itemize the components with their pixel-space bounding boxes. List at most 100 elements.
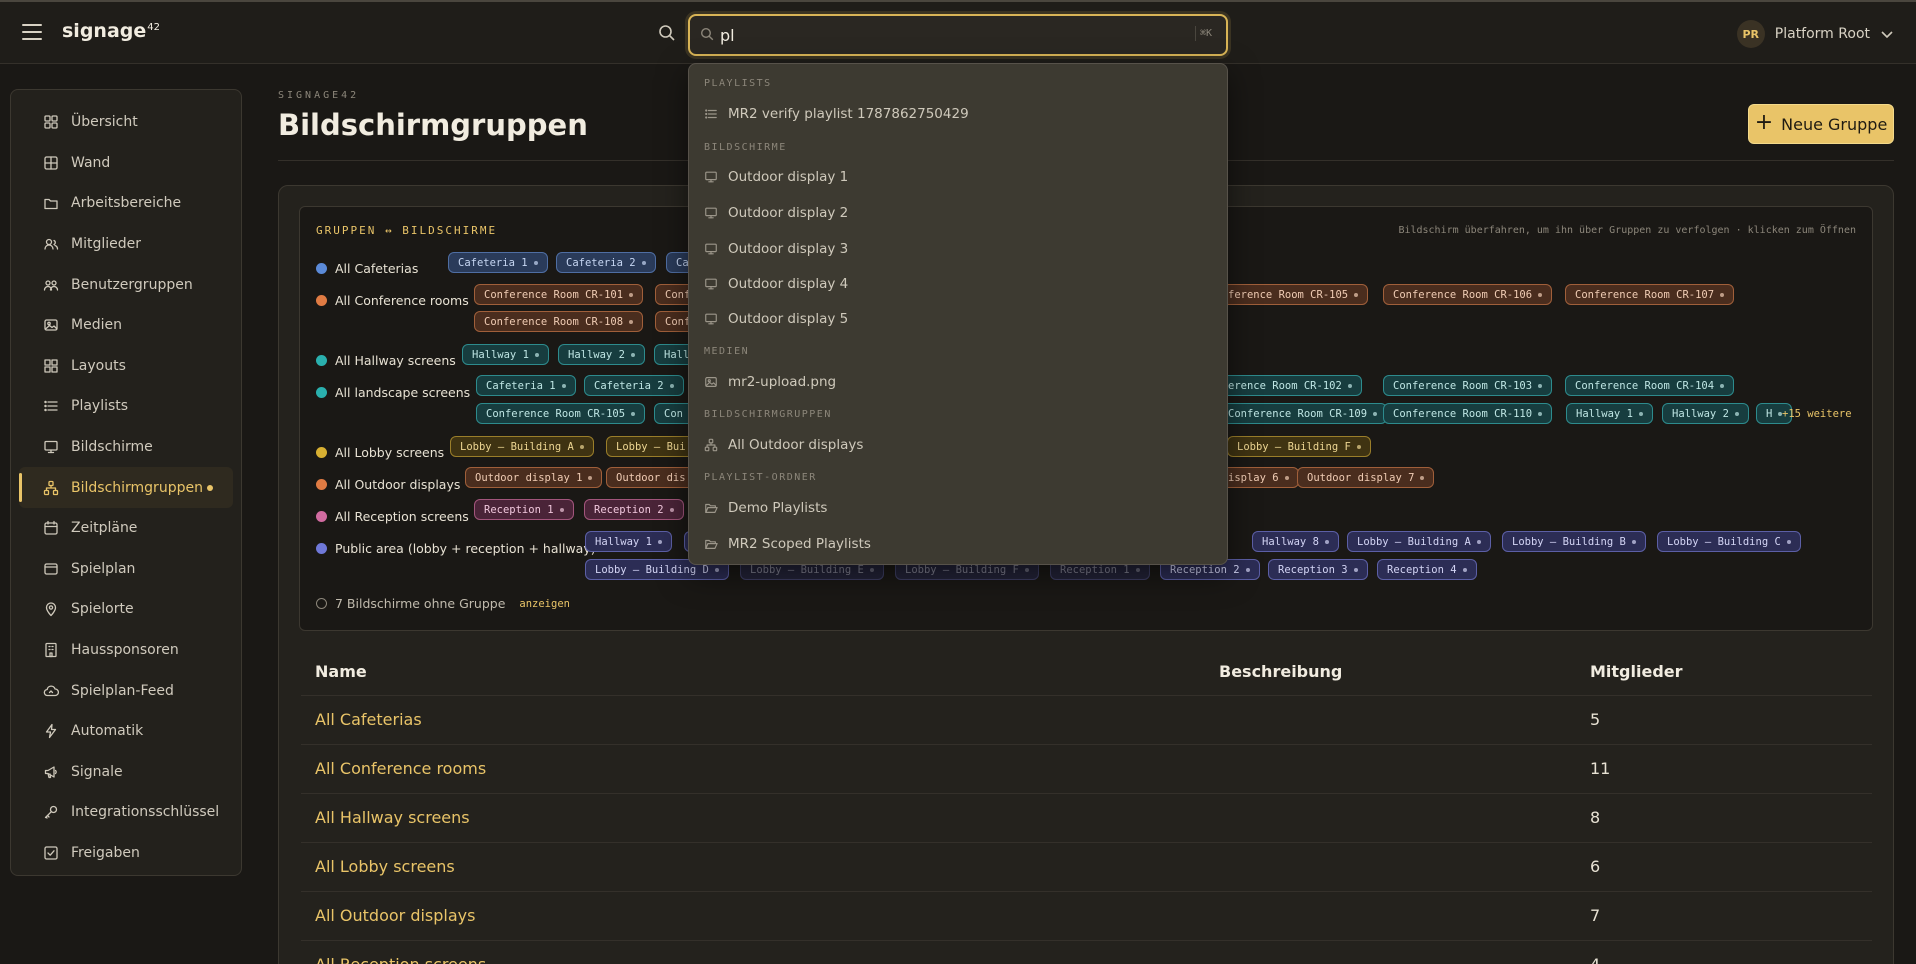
group-name-link[interactable]: All Reception screens xyxy=(315,955,486,964)
sidebar-item-spielplan[interactable]: Spielplan xyxy=(19,549,233,590)
sidebar-item-label: Playlists xyxy=(71,398,129,415)
member-count: 4 xyxy=(1590,955,1600,964)
sidebar-item-zeitpläne[interactable]: Zeitpläne xyxy=(19,508,233,549)
group-name-link[interactable]: All Cafeterias xyxy=(315,710,422,729)
screen-chip[interactable]: Reception 2 xyxy=(584,499,684,520)
sidebar-item-freigaben[interactable]: Freigaben xyxy=(19,833,233,874)
screen-chip[interactable]: Lobby — Building C xyxy=(1657,531,1801,552)
sidebar-item-mitglieder[interactable]: Mitglieder xyxy=(19,224,233,265)
screen-chip[interactable]: Hallway 1 xyxy=(1566,403,1653,424)
search-section-title: PLAYLISTS xyxy=(704,78,772,89)
sidebar-item-layouts[interactable]: Layouts xyxy=(19,346,233,387)
screen-chip[interactable]: Cafeteria 2 xyxy=(584,375,684,396)
new-group-button[interactable]: + Neue Gruppe xyxy=(1748,104,1894,144)
sidebar-item-bildschirmgruppen[interactable]: Bildschirmgruppen xyxy=(19,467,233,508)
screen-chip[interactable]: Hallway 2 xyxy=(558,344,645,365)
more-screens-link[interactable]: +15 weitere xyxy=(1782,408,1852,420)
sidebar-item-benutzergruppen[interactable]: Benutzergruppen xyxy=(19,264,233,305)
screen-chip[interactable]: Cafeteria 2 xyxy=(556,252,656,273)
screen-chip[interactable]: Conference Room CR-104 xyxy=(1565,375,1735,396)
search-result-label: Outdoor display 5 xyxy=(728,311,849,327)
screen-chip[interactable]: Reception 4 xyxy=(1377,559,1477,580)
search-icon[interactable] xyxy=(658,24,676,42)
sidebar-item-medien[interactable]: Medien xyxy=(19,305,233,346)
search-result-item[interactable]: Outdoor display 1 xyxy=(704,164,1214,190)
screen-chip[interactable]: Conference Room CR-103 xyxy=(1383,375,1553,396)
search-result-item[interactable]: mr2-upload.png xyxy=(704,369,1214,395)
sidebar-item-bildschirme[interactable]: Bildschirme xyxy=(19,427,233,468)
screen-chip[interactable]: Conference Room CR-101 xyxy=(474,284,644,305)
screen-chip[interactable]: Conference Room CR-105 xyxy=(476,403,646,424)
screen-chip[interactable]: Hallway 1 xyxy=(462,344,549,365)
column-header-name[interactable]: Name xyxy=(315,662,367,681)
sidebar-item-arbeitsbereiche[interactable]: Arbeitsbereiche xyxy=(19,183,233,224)
sidebar-item-spielorte[interactable]: Spielorte xyxy=(19,589,233,630)
group-label[interactable]: All Lobby screens xyxy=(316,445,444,460)
sidebar-item-spielplan-feed[interactable]: Spielplan-Feed xyxy=(19,670,233,711)
empty-circle-icon xyxy=(316,598,327,609)
screen-chip[interactable]: Reception 3 xyxy=(1268,559,1368,580)
screen-chip[interactable]: Lobby — Building B xyxy=(1502,531,1646,552)
screen-chip[interactable]: Outdoor display 1 xyxy=(465,467,603,488)
sidebar-item-signale[interactable]: Signale xyxy=(19,752,233,793)
search-result-item[interactable]: MR2 Scoped Playlists xyxy=(704,531,1214,557)
search-result-item[interactable]: All Outdoor displays xyxy=(704,432,1214,458)
screen-chip[interactable]: Lobby — Building A xyxy=(450,436,594,457)
folder-open-icon xyxy=(705,539,718,549)
column-header-description[interactable]: Beschreibung xyxy=(1219,662,1342,681)
group-name-link[interactable]: All Conference rooms xyxy=(315,759,486,778)
ungrouped-text: 7 Bildschirme ohne Gruppe xyxy=(335,596,506,611)
bolt-icon xyxy=(45,724,57,739)
sidebar-item-integrationsschlüssel[interactable]: Integrationsschlüssel xyxy=(19,792,233,833)
screen-chip[interactable]: isplay 6 xyxy=(1218,467,1299,488)
brand-logo[interactable]: signage42 xyxy=(62,20,160,42)
show-ungrouped-link[interactable]: anzeigen xyxy=(519,598,570,610)
search-result-item[interactable]: Demo Playlists xyxy=(704,495,1214,521)
search-result-item[interactable]: Outdoor display 3 xyxy=(704,236,1214,262)
group-label[interactable]: All Cafeterias xyxy=(316,261,418,276)
search-box[interactable]: ⌘K xyxy=(688,14,1228,56)
screen-chip[interactable]: ference Room CR-105 xyxy=(1218,284,1369,305)
screen-chip[interactable]: Hallway 1 xyxy=(585,531,672,552)
screen-chip[interactable]: Cafeteria 1 xyxy=(476,375,576,396)
screen-chip[interactable]: Lobby — Building F xyxy=(1227,436,1371,457)
screen-chip[interactable]: Conference Room CR-106 xyxy=(1383,284,1553,305)
group-name: Public area (lobby + reception + hallway… xyxy=(335,541,596,556)
group-name-link[interactable]: All Outdoor displays xyxy=(315,906,475,925)
row-divider xyxy=(301,695,1872,696)
search-result-item[interactable]: Outdoor display 4 xyxy=(704,271,1214,297)
group-label[interactable]: All Reception screens xyxy=(316,509,469,524)
column-header-members[interactable]: Mitglieder xyxy=(1590,662,1683,681)
screen-chip[interactable]: Reception 1 xyxy=(474,499,574,520)
sidebar-item-übersicht[interactable]: Übersicht xyxy=(19,102,233,143)
sidebar-item-playlists[interactable]: Playlists xyxy=(19,386,233,427)
screen-chip[interactable]: Hallway 2 xyxy=(1662,403,1749,424)
sidebar-item-automatik[interactable]: Automatik xyxy=(19,711,233,752)
screen-chip[interactable]: Conference Room CR-109 xyxy=(1218,403,1388,424)
sidebar-item-haussponsoren[interactable]: Haussponsoren xyxy=(19,630,233,671)
screen-chip[interactable]: Lobby — Building A xyxy=(1347,531,1491,552)
group-name-link[interactable]: All Hallway screens xyxy=(315,808,470,827)
screen-chip[interactable]: erence Room CR-102 xyxy=(1218,375,1362,396)
screen-chip[interactable]: Cafeteria 1 xyxy=(448,252,548,273)
search-result-item[interactable]: Outdoor display 2 xyxy=(704,200,1214,226)
screen-chip[interactable]: Conference Room CR-108 xyxy=(474,311,644,332)
menu-icon[interactable] xyxy=(22,24,42,40)
search-result-item[interactable]: Outdoor display 5 xyxy=(704,306,1214,332)
group-label[interactable]: Public area (lobby + reception + hallway… xyxy=(316,541,596,556)
group-name-link[interactable]: All Lobby screens xyxy=(315,857,455,876)
screen-chip[interactable]: Outdoor display 7 xyxy=(1297,467,1435,488)
group-label[interactable]: All Outdoor displays xyxy=(316,477,460,492)
screen-chip[interactable]: Conference Room CR-110 xyxy=(1383,403,1553,424)
user-groups-icon xyxy=(43,280,59,291)
search-result-item[interactable]: MR2 verify playlist 1787862750429 xyxy=(704,101,1214,127)
sidebar-item-wand[interactable]: Wand xyxy=(19,143,233,184)
search-input[interactable] xyxy=(720,22,1160,48)
screen-chip[interactable]: Conference Room CR-107 xyxy=(1565,284,1735,305)
screen-chip[interactable]: Hallway 8 xyxy=(1252,531,1339,552)
group-label[interactable]: All landscape screens xyxy=(316,385,470,400)
group-label[interactable]: All Hallway screens xyxy=(316,353,456,368)
user-menu[interactable]: PR Platform Root xyxy=(1736,20,1894,48)
group-label[interactable]: All Conference rooms xyxy=(316,293,469,308)
group-name: All landscape screens xyxy=(335,385,471,400)
